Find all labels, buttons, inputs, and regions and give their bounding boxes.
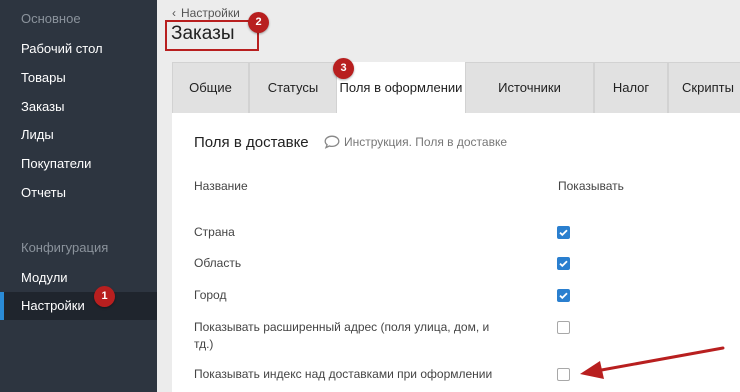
sidebar-item-dashboard[interactable]: Рабочий стол bbox=[0, 35, 157, 63]
checkbox-city[interactable] bbox=[557, 289, 570, 302]
sidebar-item-reports[interactable]: Отчеты bbox=[0, 179, 157, 207]
sidebar-item-leads[interactable]: Лиды bbox=[0, 121, 157, 149]
annotation-badge-3: 3 bbox=[333, 58, 354, 79]
sidebar-item-settings[interactable]: Настройки bbox=[0, 292, 157, 320]
checkbox-postcode[interactable] bbox=[557, 368, 570, 381]
sidebar-item-products[interactable]: Товары bbox=[0, 64, 157, 92]
sidebar-item-customers[interactable]: Покупатели bbox=[0, 150, 157, 178]
field-label-region: Область bbox=[194, 256, 242, 270]
sidebar-item-orders[interactable]: Заказы bbox=[0, 93, 157, 121]
tab-scripts[interactable]: Скрипты bbox=[668, 62, 740, 113]
annotation-badge-1: 1 bbox=[94, 286, 115, 307]
settings-panel: Поля в доставке Инструкция. Поля в доста… bbox=[172, 113, 740, 392]
checkbox-region[interactable] bbox=[557, 257, 570, 270]
tab-tax[interactable]: Налог bbox=[594, 62, 668, 113]
tab-sources[interactable]: Источники bbox=[465, 62, 594, 113]
tab-bar: Общие Статусы Поля в оформлении Источник… bbox=[172, 62, 740, 114]
checkbox-extended-address[interactable] bbox=[557, 321, 570, 334]
field-label-city: Город bbox=[194, 288, 227, 302]
column-header-show: Показывать bbox=[558, 179, 624, 193]
tab-checkout-fields[interactable]: Поля в оформлении bbox=[337, 62, 465, 114]
speech-bubble-icon bbox=[324, 135, 340, 149]
help-link[interactable]: Инструкция. Поля в доставке bbox=[324, 135, 507, 149]
field-label-postcode: Показывать индекс над доставками при офо… bbox=[194, 367, 493, 381]
checkmark-icon bbox=[559, 260, 568, 268]
tab-statuses[interactable]: Статусы bbox=[249, 62, 337, 113]
sidebar-section-config: Конфигурация bbox=[21, 240, 109, 255]
annotation-badge-2: 2 bbox=[248, 12, 269, 33]
column-header-name: Название bbox=[194, 179, 248, 193]
page-title: Заказы bbox=[171, 23, 235, 44]
sidebar-item-modules[interactable]: Модули bbox=[0, 264, 157, 292]
section-title: Поля в доставке bbox=[194, 134, 309, 151]
field-label-extended-address: Показывать расширенный адрес (поля улица… bbox=[194, 320, 490, 351]
tab-general[interactable]: Общие bbox=[172, 62, 249, 113]
breadcrumb[interactable]: ‹ Настройки bbox=[172, 6, 240, 20]
checkbox-country[interactable] bbox=[557, 226, 570, 239]
sidebar: Основное Рабочий стол Товары Заказы Лиды… bbox=[0, 0, 157, 392]
checkmark-icon bbox=[559, 229, 568, 237]
help-link-label: Инструкция. Поля в доставке bbox=[344, 135, 508, 149]
chevron-left-icon: ‹ bbox=[172, 6, 176, 20]
checkmark-icon bbox=[559, 292, 568, 300]
sidebar-section-main: Основное bbox=[21, 11, 81, 26]
field-label-country: Страна bbox=[194, 225, 235, 239]
breadcrumb-label: Настройки bbox=[181, 6, 240, 20]
